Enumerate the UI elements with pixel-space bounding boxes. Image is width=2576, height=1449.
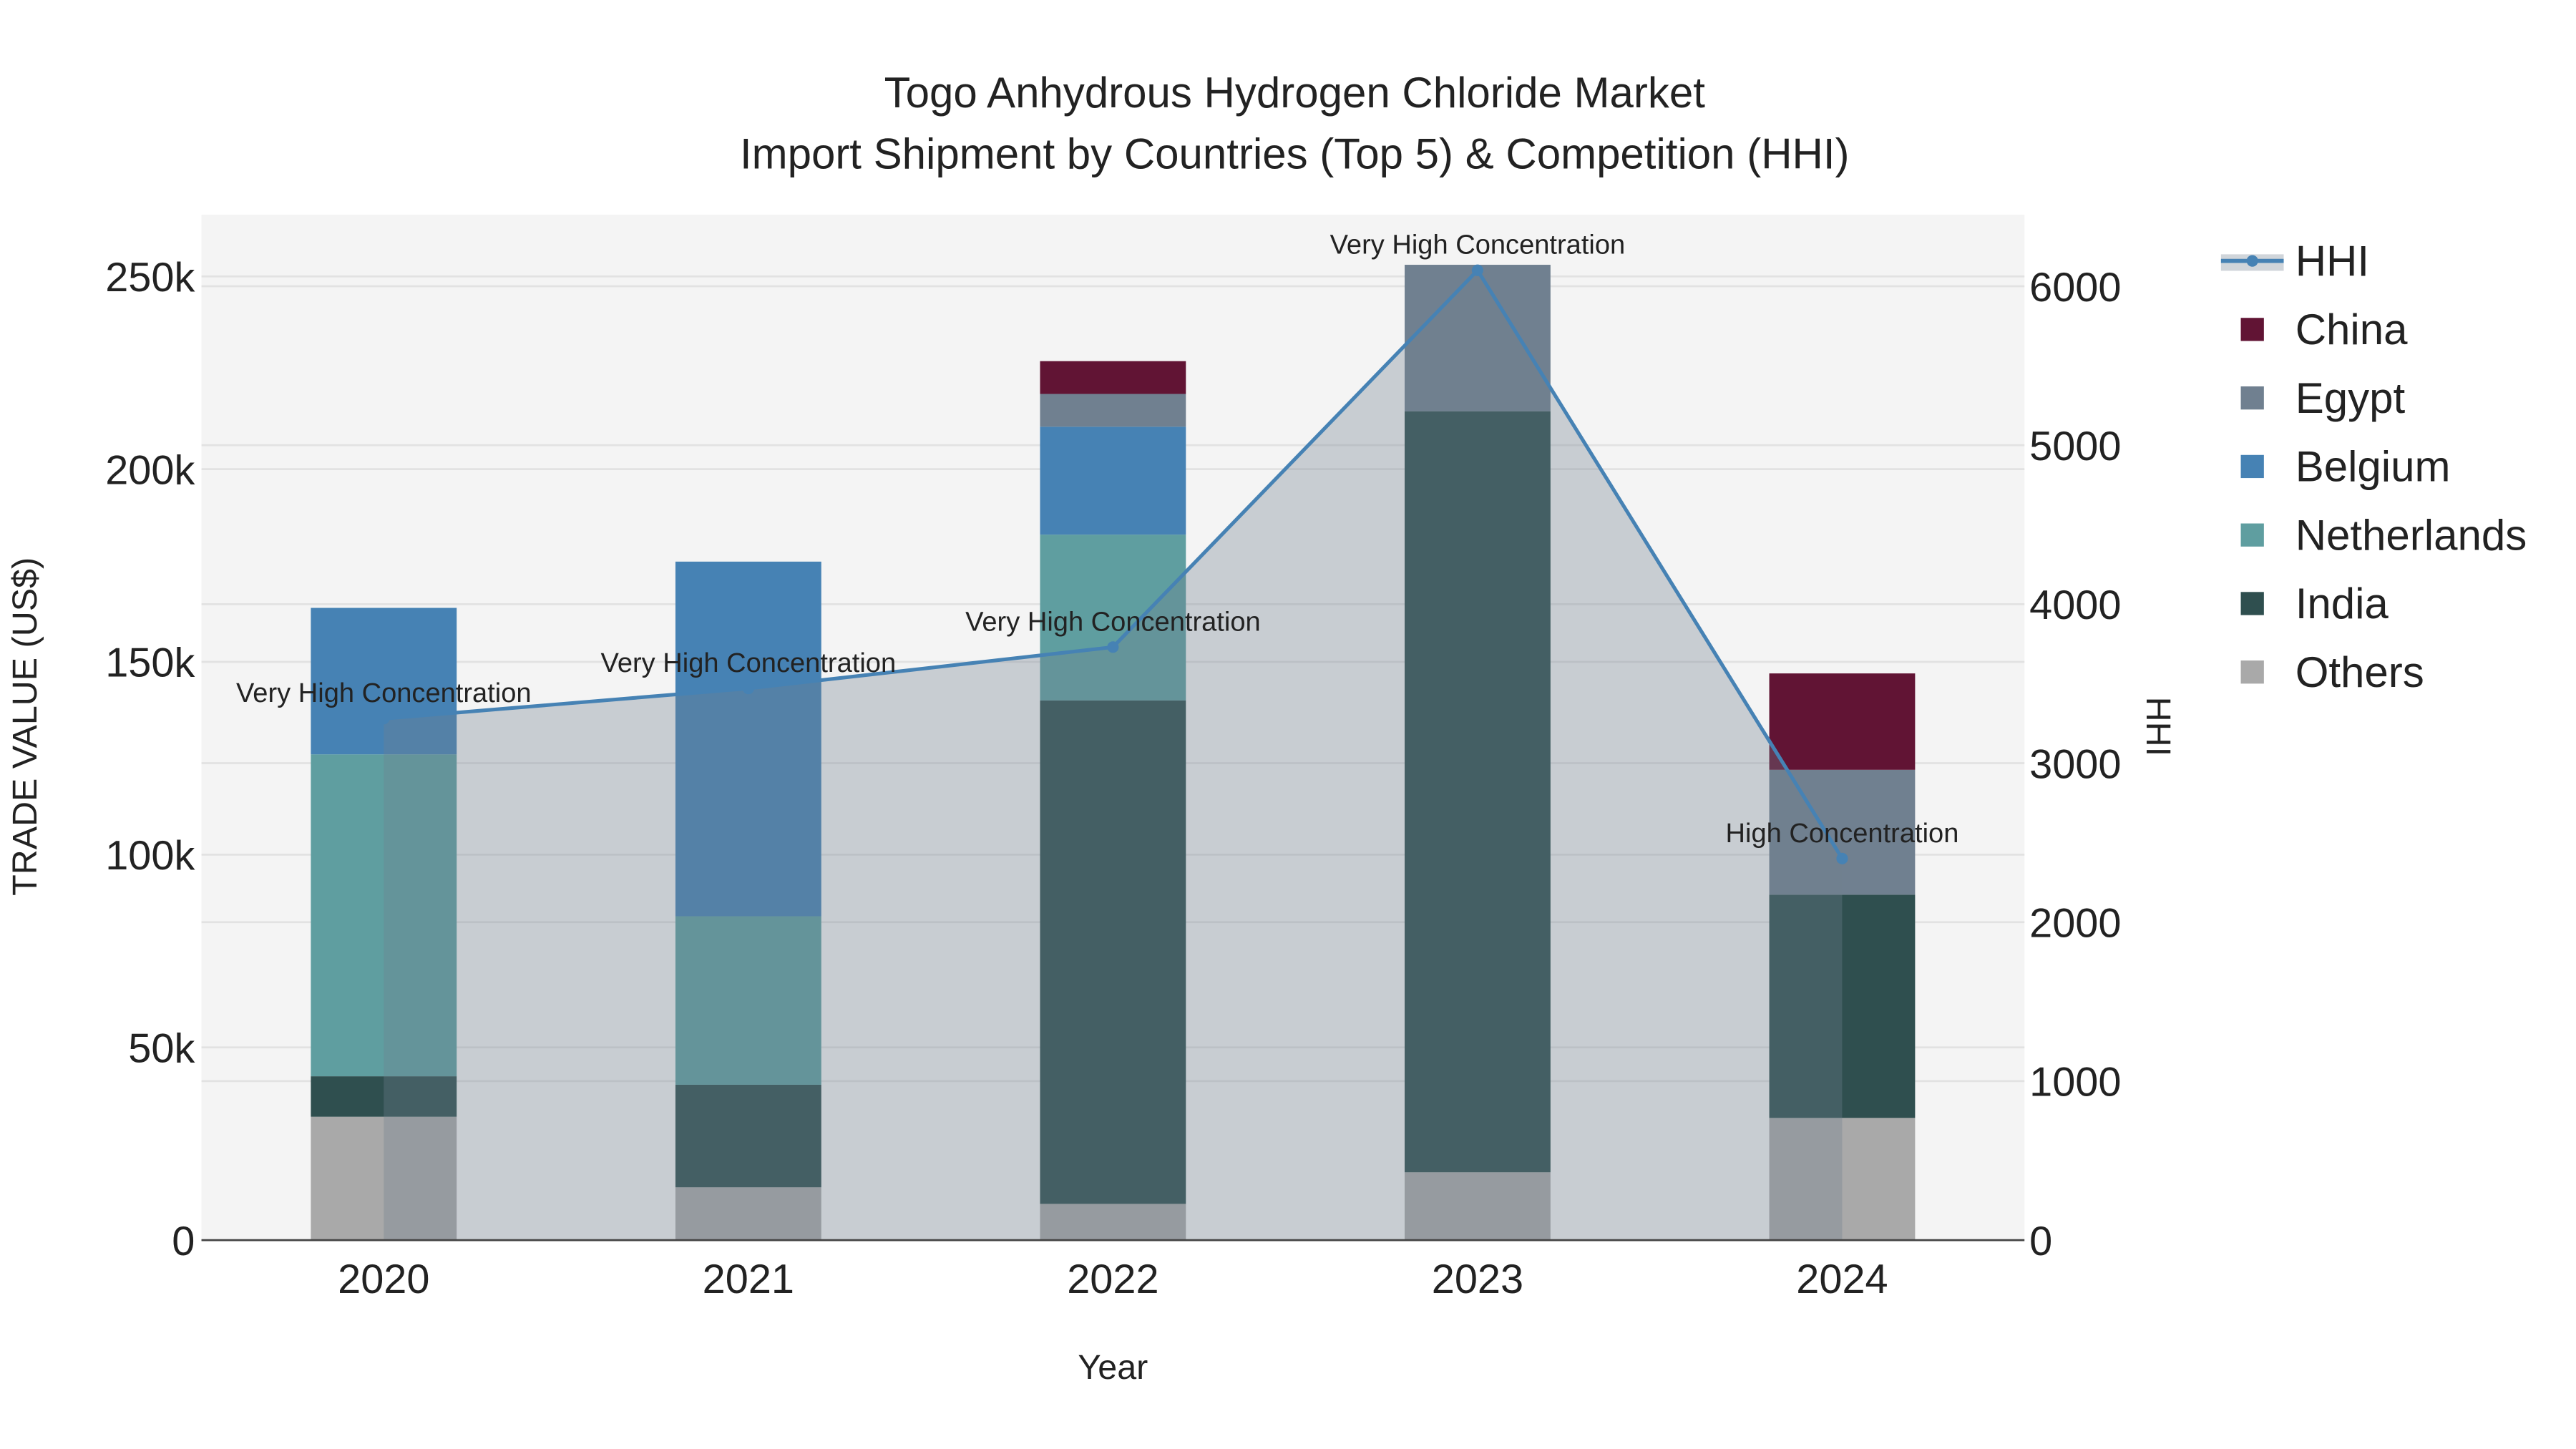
legend-item-egypt[interactable]: Egypt bbox=[2240, 374, 2406, 422]
bar-china-2022 bbox=[1040, 361, 1186, 394]
hhi-point bbox=[1836, 852, 1848, 864]
legend-label: Egypt bbox=[2296, 374, 2406, 422]
y2-tick-label: 6000 bbox=[2029, 265, 2121, 311]
x-tick-label: 2023 bbox=[1432, 1257, 1523, 1302]
x-tick-label: 2022 bbox=[1067, 1257, 1158, 1302]
y-tick-label: 0 bbox=[172, 1219, 195, 1264]
legend-label: HHI bbox=[2296, 237, 2369, 285]
hhi-point bbox=[1107, 641, 1119, 653]
legend-swatch-hhi-point bbox=[2246, 255, 2258, 267]
legend-item-netherlands[interactable]: Netherlands bbox=[2240, 511, 2527, 559]
y2-axis-title: HHI bbox=[2139, 697, 2177, 756]
chart-title-line1: Togo Anhydrous Hydrogen Chloride Market bbox=[884, 69, 1706, 117]
hhi-point bbox=[378, 713, 390, 725]
bar-china-2024 bbox=[1769, 673, 1916, 770]
hhi-annotation: Very High Concentration bbox=[236, 678, 532, 708]
hhi-annotation: High Concentration bbox=[1726, 819, 1959, 849]
legend-swatch bbox=[2240, 386, 2264, 410]
y2-tick-label: 2000 bbox=[2029, 900, 2121, 946]
y2-tick-label: 0 bbox=[2029, 1219, 2052, 1264]
legend-label: China bbox=[2296, 306, 2408, 353]
legend-swatch bbox=[2240, 592, 2264, 615]
y2-tick-labels: 0 1000 2000 3000 4000 5000 6000 bbox=[2029, 265, 2121, 1264]
y2-tick-label: 4000 bbox=[2029, 582, 2121, 628]
legend-label: Netherlands bbox=[2296, 511, 2527, 559]
y2-tick-label: 3000 bbox=[2029, 741, 2121, 787]
chart: Very High Concentration Very High Concent… bbox=[6, 69, 2527, 1387]
legend: HHI China Egypt Belgium Netherlands India Othe… bbox=[2220, 237, 2527, 696]
legend-item-china[interactable]: China bbox=[2240, 306, 2409, 353]
hhi-point bbox=[1471, 264, 1483, 276]
hhi-annotation: Very High Concentration bbox=[965, 607, 1261, 637]
legend-label: Others bbox=[2296, 648, 2424, 696]
y-axis-title: TRADE VALUE (US$) bbox=[6, 557, 44, 896]
legend-item-belgium[interactable]: Belgium bbox=[2240, 443, 2451, 491]
hhi-annotation: Very High Concentration bbox=[601, 648, 897, 678]
y-tick-labels: 0 50k 100k 150k 200k 250k bbox=[105, 255, 195, 1264]
x-tick-label: 2021 bbox=[703, 1257, 794, 1302]
y-tick-label: 200k bbox=[105, 447, 195, 493]
legend-swatch bbox=[2240, 523, 2264, 547]
y-tick-label: 100k bbox=[105, 833, 195, 879]
legend-swatch bbox=[2240, 454, 2264, 479]
chart-title-line2: Import Shipment by Countries (Top 5) & C… bbox=[740, 130, 1850, 177]
hhi-annotation: Very High Concentration bbox=[1330, 230, 1626, 260]
legend-item-india[interactable]: India bbox=[2240, 580, 2389, 628]
y-tick-label: 150k bbox=[105, 640, 195, 686]
legend-swatch bbox=[2240, 318, 2264, 341]
y-tick-label: 250k bbox=[105, 255, 195, 301]
legend-swatch bbox=[2240, 660, 2264, 684]
x-tick-labels: 2020 2021 2022 2023 2024 bbox=[338, 1257, 1888, 1302]
x-tick-label: 2020 bbox=[338, 1257, 429, 1302]
y2-tick-label: 5000 bbox=[2029, 424, 2121, 469]
y2-tick-label: 1000 bbox=[2029, 1060, 2121, 1106]
legend-label: India bbox=[2296, 580, 2389, 628]
legend-item-others[interactable]: Others bbox=[2240, 648, 2424, 696]
hhi-point bbox=[742, 683, 754, 695]
x-axis-title: Year bbox=[1078, 1348, 1148, 1387]
y-tick-label: 50k bbox=[128, 1025, 195, 1071]
bar-belgium-2022 bbox=[1040, 426, 1186, 535]
legend-label: Belgium bbox=[2296, 443, 2451, 491]
x-tick-label: 2024 bbox=[1796, 1257, 1888, 1302]
legend-item-hhi[interactable]: HHI bbox=[2220, 237, 2369, 285]
bar-egypt-2022 bbox=[1040, 394, 1186, 427]
